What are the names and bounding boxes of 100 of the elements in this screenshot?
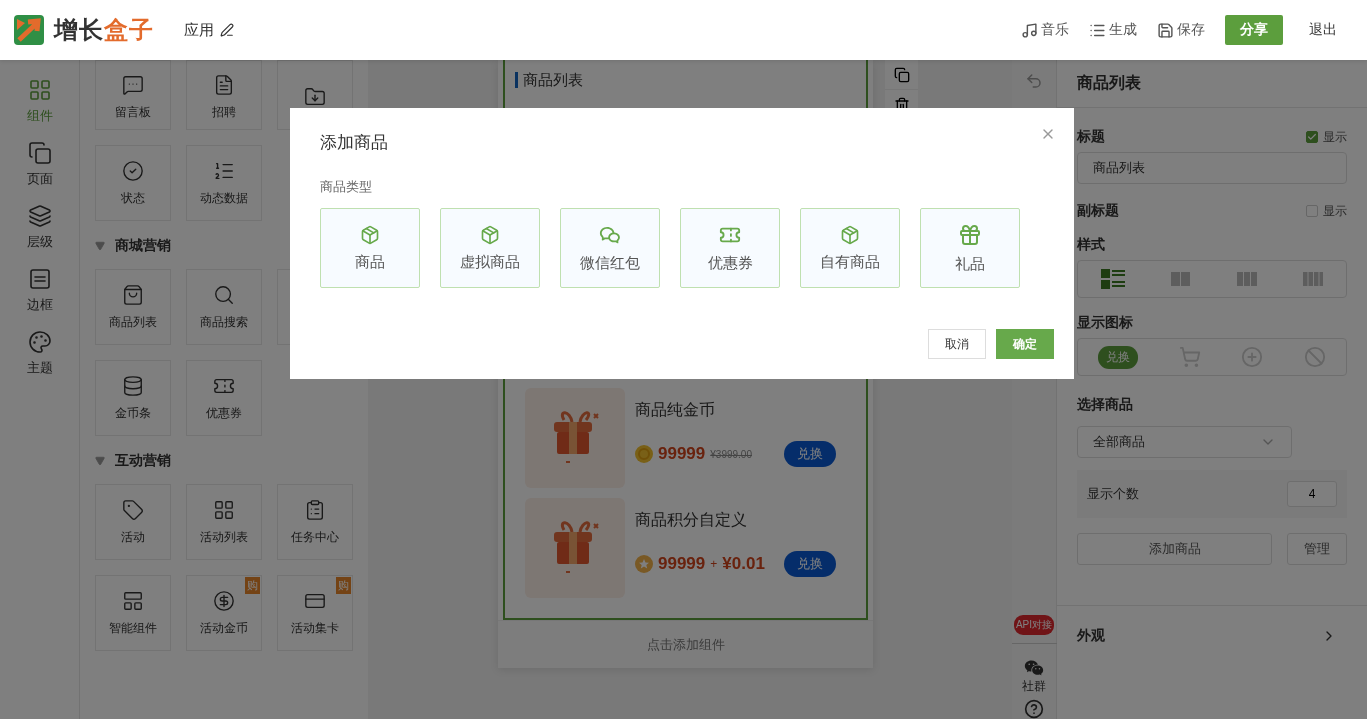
component-tile[interactable]: 活动 <box>95 484 171 560</box>
copy-icon <box>893 66 910 83</box>
product-type-option[interactable]: 微信红包 <box>560 208 660 288</box>
undo-icon[interactable] <box>1025 72 1043 90</box>
tile-icon <box>122 283 144 306</box>
component-tile[interactable]: 商品列表 <box>95 269 171 345</box>
product-type-option[interactable]: 礼品 <box>920 208 1020 288</box>
add-product-button[interactable]: 添加商品 <box>1077 533 1272 565</box>
nav-icon <box>27 330 52 354</box>
component-tile[interactable]: 活动列表 <box>186 484 262 560</box>
cancel-button[interactable]: 取消 <box>928 329 986 359</box>
field-label: 选择商品 <box>1077 396 1133 414</box>
exit-button[interactable]: 退出 <box>1303 20 1343 40</box>
add-component-button[interactable]: 点击添加组件 <box>498 620 873 668</box>
product-type-option[interactable]: 商品 <box>320 208 420 288</box>
tile-icon <box>122 498 144 521</box>
share-button[interactable]: 分享 <box>1225 15 1283 45</box>
product-name: 商品积分自定义 <box>635 510 748 530</box>
collapse-triangle-icon[interactable] <box>95 241 105 251</box>
nav-icon <box>27 267 52 291</box>
buy-badge: 购 <box>245 577 260 594</box>
product-type-option[interactable]: 自有商品 <box>800 208 900 288</box>
title-input[interactable]: 商品列表 <box>1077 152 1347 184</box>
logo-text: 增长盒子 <box>54 15 154 45</box>
nav-item[interactable]: 组件 <box>26 78 53 125</box>
appearance-section[interactable]: 外观 <box>1057 605 1367 665</box>
component-tile[interactable]: 金币条 <box>95 360 171 436</box>
nav-icon <box>27 78 52 102</box>
product-name: 商品纯金币 <box>635 400 716 420</box>
plus-sign: + <box>710 557 718 571</box>
columns-style-icon <box>1237 272 1257 286</box>
chat-icon <box>1024 658 1044 678</box>
component-tile[interactable]: 智能组件 <box>95 575 171 651</box>
help-icon[interactable] <box>1024 699 1044 719</box>
collapse-triangle-icon[interactable] <box>95 456 105 466</box>
check-icon <box>1307 132 1317 142</box>
component-tile[interactable]: 动态数据 <box>186 145 262 221</box>
tile-icon <box>213 283 235 306</box>
field-label: 副标题 <box>1077 202 1119 220</box>
nav-item[interactable]: 主题 <box>26 330 53 377</box>
dialog-title: 添加商品 <box>320 132 389 154</box>
toolbar-action[interactable]: 音乐 <box>1021 21 1069 39</box>
section-title: 商城营销 <box>115 237 171 255</box>
tile-icon <box>122 159 144 182</box>
component-tile[interactable]: 留言板 <box>95 60 171 130</box>
product-select[interactable]: 全部商品 <box>1077 426 1292 458</box>
redeem-button[interactable]: 兑换 <box>784 441 836 467</box>
count-input[interactable]: 4 <box>1287 481 1337 507</box>
style-option[interactable] <box>1169 270 1193 288</box>
cash-price: ¥0.01 <box>722 554 765 574</box>
style-option[interactable] <box>1301 270 1325 288</box>
tile-icon <box>122 589 144 612</box>
app-name: 应用 <box>184 20 214 40</box>
buy-badge: 购 <box>336 577 351 594</box>
component-tile[interactable]: 购 活动金币 <box>186 575 262 651</box>
box-icon <box>480 224 500 245</box>
redeem-button[interactable]: 兑换 <box>784 551 836 577</box>
manage-button[interactable]: 管理 <box>1287 533 1347 565</box>
component-tile[interactable]: 任务中心 <box>277 484 353 560</box>
ban-icon <box>1303 346 1326 368</box>
style-option[interactable] <box>1099 267 1127 291</box>
community-button[interactable]: 社群 <box>1022 658 1046 695</box>
show-checkbox[interactable]: 显示 <box>1306 128 1347 146</box>
columns-style-icon <box>1171 272 1191 286</box>
api-button[interactable]: API对接 <box>1013 615 1055 635</box>
component-tile[interactable]: 状态 <box>95 145 171 221</box>
toolbar-action[interactable]: 生成 <box>1089 21 1137 39</box>
product-price: 99999 <box>658 444 706 464</box>
panel-title: 商品列表 <box>1057 60 1367 108</box>
tile-icon <box>213 498 235 521</box>
component-tile[interactable]: 购 活动集卡 <box>277 575 353 651</box>
nav-item[interactable]: 边框 <box>26 267 53 314</box>
logo-icon <box>14 15 44 45</box>
toolbar-action[interactable]: 保存 <box>1157 21 1205 39</box>
nav-item[interactable]: 页面 <box>26 141 53 188</box>
field-label: 标题 <box>1077 128 1105 146</box>
cart-icon <box>1178 346 1201 368</box>
preview-title: 商品列表 <box>515 72 866 88</box>
component-tile[interactable]: 商品搜索 <box>186 269 262 345</box>
box-icon <box>360 224 380 245</box>
field-label: 样式 <box>1077 236 1105 254</box>
nav-item[interactable]: 层级 <box>26 204 53 251</box>
component-tile[interactable]: 优惠券 <box>186 360 262 436</box>
gift-icon <box>958 222 982 247</box>
music-icon <box>1021 21 1038 39</box>
original-price: ¥3999.00 <box>710 448 752 460</box>
product-type-option[interactable]: 虚拟商品 <box>440 208 540 288</box>
tile-icon <box>122 374 144 397</box>
icon-option[interactable]: 兑换 <box>1096 343 1141 371</box>
confirm-button[interactable]: 确定 <box>996 329 1054 359</box>
edit-icon[interactable] <box>220 23 234 37</box>
product-type-option[interactable]: 优惠券 <box>680 208 780 288</box>
list-style-icon <box>1101 269 1125 289</box>
tile-icon <box>122 73 144 96</box>
show-checkbox[interactable]: 显示 <box>1306 202 1347 220</box>
component-tile[interactable]: 招聘 <box>186 60 262 130</box>
plus-icon <box>1241 346 1264 368</box>
style-option[interactable] <box>1235 270 1259 288</box>
tile-icon <box>213 73 235 96</box>
type-label: 商品类型 <box>320 178 373 196</box>
